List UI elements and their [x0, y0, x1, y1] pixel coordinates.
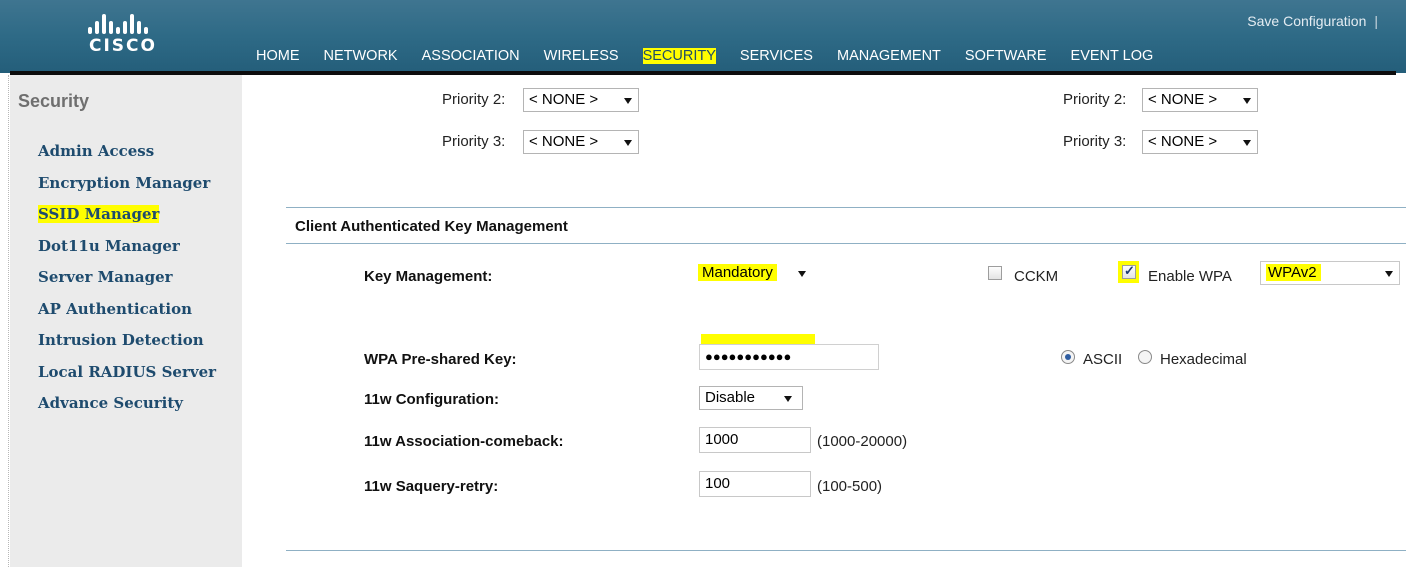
- cckm-label: CCKM: [1014, 268, 1059, 285]
- priority-2-label-left: Priority 2:: [442, 91, 506, 108]
- sidebar-menu: Admin Access Encryption Manager SSID Man…: [38, 141, 216, 425]
- sidebar: Security Admin Access Encryption Manager…: [10, 75, 242, 567]
- chevron-down-icon: [1243, 140, 1251, 146]
- w11-saquery-range: (100-500): [817, 478, 883, 495]
- psk-label: WPA Pre-shared Key:: [364, 351, 517, 368]
- chevron-down-icon: [624, 140, 632, 146]
- hexadecimal-label: Hexadecimal: [1160, 351, 1247, 368]
- chevron-down-icon: [798, 271, 806, 277]
- w11-saquery-label: 11w Saquery-retry:: [364, 478, 499, 495]
- chevron-down-icon: [1243, 98, 1251, 104]
- priority-3-select-right[interactable]: < NONE >: [1142, 130, 1258, 154]
- priority-3-select-left[interactable]: < NONE >: [523, 130, 639, 154]
- sidebar-item-ap-authentication[interactable]: AP Authentication: [38, 299, 216, 331]
- w11-comeback-input[interactable]: 1000: [699, 427, 811, 453]
- ascii-label: ASCII: [1083, 351, 1123, 368]
- nav-tab-home[interactable]: HOME: [256, 46, 312, 70]
- hexadecimal-radio[interactable]: [1138, 350, 1152, 364]
- cisco-logo: CISCO: [88, 12, 188, 56]
- w11-comeback-range: (1000-20000): [817, 433, 908, 450]
- priority-3-label-left: Priority 3:: [442, 133, 506, 150]
- sidebar-item-admin-access[interactable]: Admin Access: [38, 141, 216, 173]
- section-divider-title: [286, 243, 1406, 244]
- nav-tab-security[interactable]: SECURITY: [630, 46, 729, 75]
- w11-comeback-label: 11w Association-comeback:: [364, 433, 564, 450]
- left-dotted-edge: [8, 75, 9, 567]
- section-divider-top: [286, 207, 1406, 208]
- nav-tab-association[interactable]: ASSOCIATION: [410, 46, 532, 70]
- enable-wpa-label: Enable WPA: [1148, 268, 1232, 285]
- nav-tab-wireless[interactable]: WIRELESS: [532, 46, 631, 70]
- sidebar-title: Security: [18, 91, 90, 111]
- main-nav: HOME NETWORK ASSOCIATION WIRELESS SECURI…: [256, 46, 1166, 75]
- section-divider-bottom: [286, 550, 1406, 551]
- nav-tab-management[interactable]: MANAGEMENT: [825, 46, 953, 70]
- key-management-label: Key Management:: [364, 268, 493, 285]
- key-management-select[interactable]: Mandatory: [698, 262, 814, 286]
- w11-config-select[interactable]: Disable: [699, 386, 803, 410]
- cisco-bars-icon: [88, 12, 158, 34]
- priority-2-label-right: Priority 2:: [1063, 91, 1127, 108]
- sidebar-item-ssid-manager[interactable]: SSID Manager: [38, 204, 216, 236]
- nav-tab-event-log[interactable]: EVENT LOG: [1059, 46, 1166, 70]
- chevron-down-icon: [624, 98, 632, 104]
- nav-tab-software[interactable]: SOFTWARE: [953, 46, 1059, 70]
- w11-config-label: 11w Configuration:: [364, 391, 499, 408]
- main-content: Priority 2: < NONE > Priority 3: < NONE …: [242, 75, 1406, 567]
- sidebar-item-encryption-manager[interactable]: Encryption Manager: [38, 173, 216, 205]
- priority-3-label-right: Priority 3:: [1063, 133, 1127, 150]
- section-title: Client Authenticated Key Management: [295, 218, 568, 235]
- save-configuration-area: Save Configuration |: [1247, 13, 1378, 29]
- header-separator: |: [1374, 13, 1378, 29]
- chevron-down-icon: [784, 396, 792, 402]
- save-configuration-link[interactable]: Save Configuration: [1247, 13, 1366, 29]
- ascii-radio[interactable]: [1061, 350, 1075, 364]
- psk-input[interactable]: ●●●●●●●●●●●: [699, 344, 879, 370]
- sidebar-item-dot11u-manager[interactable]: Dot11u Manager: [38, 236, 216, 268]
- priority-2-select-left[interactable]: < NONE >: [523, 88, 639, 112]
- sidebar-item-intrusion-detection[interactable]: Intrusion Detection: [38, 330, 216, 362]
- priority-2-select-right[interactable]: < NONE >: [1142, 88, 1258, 112]
- top-header: CISCO Save Configuration | HOME NETWORK A…: [0, 0, 1406, 75]
- chevron-down-icon: [1385, 271, 1393, 277]
- cckm-checkbox[interactable]: [988, 266, 1002, 280]
- wpa-version-select[interactable]: WPAv2: [1260, 261, 1400, 285]
- sidebar-item-server-manager[interactable]: Server Manager: [38, 267, 216, 299]
- nav-tab-network[interactable]: NETWORK: [312, 46, 410, 70]
- nav-tab-services[interactable]: SERVICES: [728, 46, 825, 70]
- sidebar-item-advance-security[interactable]: Advance Security: [38, 393, 216, 425]
- sidebar-item-local-radius-server[interactable]: Local RADIUS Server: [38, 362, 216, 394]
- w11-saquery-input[interactable]: 100: [699, 471, 811, 497]
- cisco-wordmark: CISCO: [89, 36, 157, 56]
- enable-wpa-checkbox[interactable]: [1122, 263, 1136, 279]
